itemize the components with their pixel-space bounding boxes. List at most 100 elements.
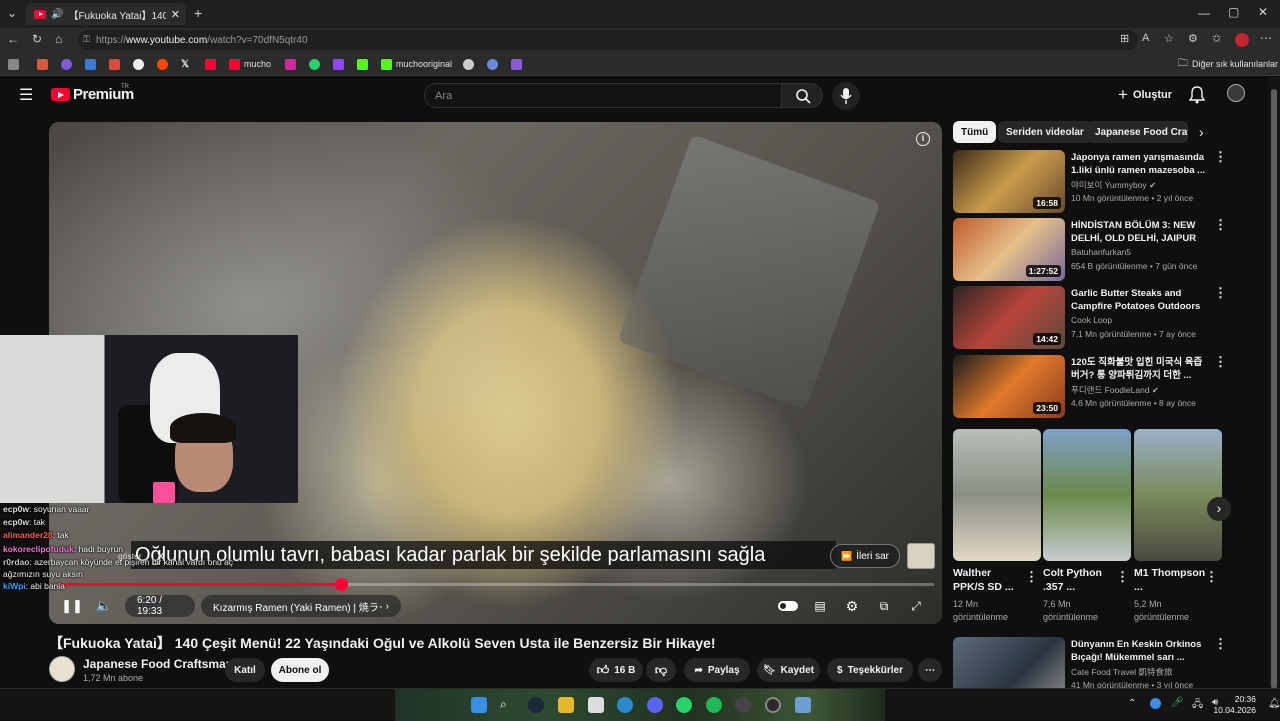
search-input[interactable]: Ara <box>424 83 782 108</box>
scrollbar-thumb[interactable] <box>1271 89 1277 689</box>
new-tab-icon[interactable]: + <box>194 5 202 21</box>
more-menu-icon[interactable]: ⋯ <box>1260 31 1272 45</box>
tray-chevron-icon[interactable]: ⌃ <box>1128 698 1136 709</box>
shorts-next-button[interactable]: › <box>1207 497 1231 521</box>
recommendation-item[interactable]: 1:27:52 HİNDİSTAN BÖLÜM 3: NEW DELHİ, OL… <box>953 218 1253 282</box>
more-options-icon[interactable]: ⋮ <box>1205 570 1218 583</box>
short-thumbnail[interactable] <box>953 429 1041 561</box>
bookmark-muchooriginal[interactable]: muchooriginal <box>381 57 452 71</box>
recommendation-thumbnail[interactable]: 23:50 <box>953 355 1065 418</box>
close-overlay-icon[interactable]: ✕ <box>156 550 165 563</box>
whatsapp-taskbar-icon[interactable] <box>676 697 692 713</box>
join-button[interactable]: Katıl <box>225 658 265 682</box>
site-info-icon[interactable]: ⚿ <box>83 34 90 45</box>
recommendation-title[interactable]: Garlic Butter Steaks and Campfire Potato… <box>1071 287 1206 313</box>
dislike-button[interactable]: 👎︎ <box>646 658 676 682</box>
edge-icon[interactable] <box>617 697 633 713</box>
recommendation-channel[interactable]: Batuhanfurkan5 <box>1071 247 1131 257</box>
account-avatar[interactable] <box>1227 84 1245 102</box>
bookmark-icon-1[interactable] <box>37 57 48 71</box>
recommendation-thumbnail[interactable]: 14:42 <box>953 286 1065 349</box>
app-icon-3[interactable] <box>795 697 811 713</box>
browser-tab-active[interactable]: 🔊 【Fukuoka Yatai】140 Çeşit Me ✕ <box>26 3 186 25</box>
twitch-icon[interactable] <box>333 57 344 71</box>
page-scrollbar[interactable] <box>1268 77 1280 689</box>
show-label[interactable]: göster <box>118 551 142 561</box>
start-button-icon[interactable] <box>471 697 487 713</box>
settings-button[interactable]: ⚙ <box>841 595 863 617</box>
short-title[interactable]: Walther PPK/S SD ... <box>953 566 1025 594</box>
tab-list-icon[interactable]: ⌄ <box>7 6 17 20</box>
recommendation-thumbnail[interactable]: 16:58 <box>953 150 1065 213</box>
skip-forward-button[interactable]: ⏩ İleri sar <box>830 544 900 568</box>
more-options-icon[interactable]: ⋮ <box>1214 355 1227 368</box>
recommendation-thumbnail[interactable]: 1:27:52 <box>953 218 1065 281</box>
chip-series[interactable]: Seriden videolar <box>998 121 1092 143</box>
app-icon[interactable] <box>588 697 604 713</box>
voice-search-button[interactable] <box>832 82 860 110</box>
home-icon[interactable]: ⌂ <box>55 32 62 46</box>
subscribe-button[interactable]: Abone ol <box>271 658 329 682</box>
instagram-icon[interactable] <box>285 57 296 71</box>
like-button[interactable]: 👍︎ 16 B <box>589 658 643 682</box>
tray-mic-icon[interactable]: 🎤︎ <box>1171 697 1184 708</box>
channel-name[interactable]: Japanese Food Craftsman <box>83 657 233 671</box>
youtube-logo-icon[interactable] <box>51 88 70 101</box>
recommendation-title[interactable]: 120도 직화불맛 입힌 미국식 육즙버거? 통 양파튀김까지 더한 ... <box>1071 356 1206 382</box>
bookmark-icon-3[interactable] <box>85 57 96 71</box>
recommendation-channel[interactable]: 푸디랜드 FoodieLand ✔ <box>1071 384 1159 396</box>
share-button[interactable]: ➦ Paylaş <box>684 658 750 682</box>
more-options-icon[interactable]: ⋮ <box>1214 286 1227 299</box>
chrome-icon[interactable] <box>133 57 144 71</box>
search-button[interactable] <box>781 83 823 108</box>
recommendation-channel[interactable]: Cook Loop <box>1071 315 1112 325</box>
chips-next-icon[interactable]: › <box>1199 124 1204 140</box>
more-options-icon[interactable]: ⋮ <box>1214 637 1227 650</box>
recommendation-title[interactable]: Japonya ramen yarışmasında 1.liki ünlü r… <box>1071 151 1206 177</box>
extensions-icon[interactable]: ⚙ <box>1188 32 1198 45</box>
reading-list-icon[interactable] <box>8 57 19 71</box>
spotify-icon[interactable] <box>706 697 722 713</box>
more-options-icon[interactable]: ⋮ <box>1116 570 1129 583</box>
chip-channel[interactable]: Japanese Food Crafts <box>1087 121 1188 143</box>
address-bar[interactable]: ⚿ https://www.youtube.com/watch?v=70dfN5… <box>78 30 1138 50</box>
bookmark-icon-2[interactable] <box>61 57 72 71</box>
reddit-icon[interactable] <box>157 57 168 71</box>
network-icon[interactable]: 🖧 <box>1192 697 1203 714</box>
profile-avatar[interactable] <box>1235 33 1249 47</box>
more-options-icon[interactable]: ⋮ <box>1025 570 1038 583</box>
more-options-icon[interactable]: ⋮ <box>1214 150 1227 163</box>
app-available-icon[interactable]: ⊞ <box>1120 32 1129 45</box>
reload-icon[interactable]: ↻ <box>32 32 42 46</box>
tray-app-icon[interactable] <box>1150 698 1161 709</box>
gmail-icon[interactable] <box>109 57 120 71</box>
youtube-bookmark-icon[interactable] <box>205 57 216 71</box>
whatsapp-icon[interactable] <box>309 57 320 71</box>
taskbar-clock[interactable]: 20:36 10.04.2026 <box>1213 694 1256 716</box>
bookmark-icon-4[interactable] <box>463 57 474 71</box>
short-thumbnail[interactable] <box>1134 429 1222 561</box>
autoplay-toggle[interactable] <box>777 595 799 617</box>
recommendation-item[interactable]: 23:50 120도 직화불맛 입힌 미국식 육즙버거? 통 양파튀김까지 더한… <box>953 355 1253 419</box>
miniplayer-button[interactable]: ⧉ <box>873 595 895 617</box>
short-title[interactable]: Colt Python .357 ... <box>1043 566 1115 594</box>
recommendation-item[interactable]: 16:58 Japonya ramen yarışmasında 1.liki … <box>953 150 1253 214</box>
read-aloud-icon[interactable]: A <box>1142 32 1149 44</box>
more-options-icon[interactable]: ⋮ <box>1214 218 1227 231</box>
minimize-icon[interactable]: — <box>1198 6 1210 20</box>
save-button[interactable]: 🔖︎ Kaydet <box>757 658 820 682</box>
create-button[interactable]: + Oluştur <box>1118 85 1172 105</box>
bookmark-icon-5[interactable] <box>487 57 498 71</box>
maximize-icon[interactable]: ▢ <box>1228 5 1239 19</box>
more-actions-button[interactable]: ⋯ <box>918 658 942 682</box>
recommendation-channel[interactable]: 야미보이 Yummyboy ✔ <box>1071 179 1156 191</box>
thanks-button[interactable]: $ Teşekkürler <box>827 658 913 682</box>
recommendation-item[interactable]: 14:42 Garlic Butter Steaks and Campfire … <box>953 286 1253 350</box>
close-tab-icon[interactable]: ✕ <box>171 8 180 21</box>
short-thumbnail[interactable] <box>1043 429 1131 561</box>
steam-icon[interactable] <box>528 697 544 713</box>
favorite-star-icon[interactable]: ☆ <box>1164 32 1174 45</box>
kick-icon[interactable] <box>357 57 368 71</box>
notifications-bell-icon[interactable] <box>1189 86 1205 104</box>
discord-icon[interactable] <box>647 697 663 713</box>
